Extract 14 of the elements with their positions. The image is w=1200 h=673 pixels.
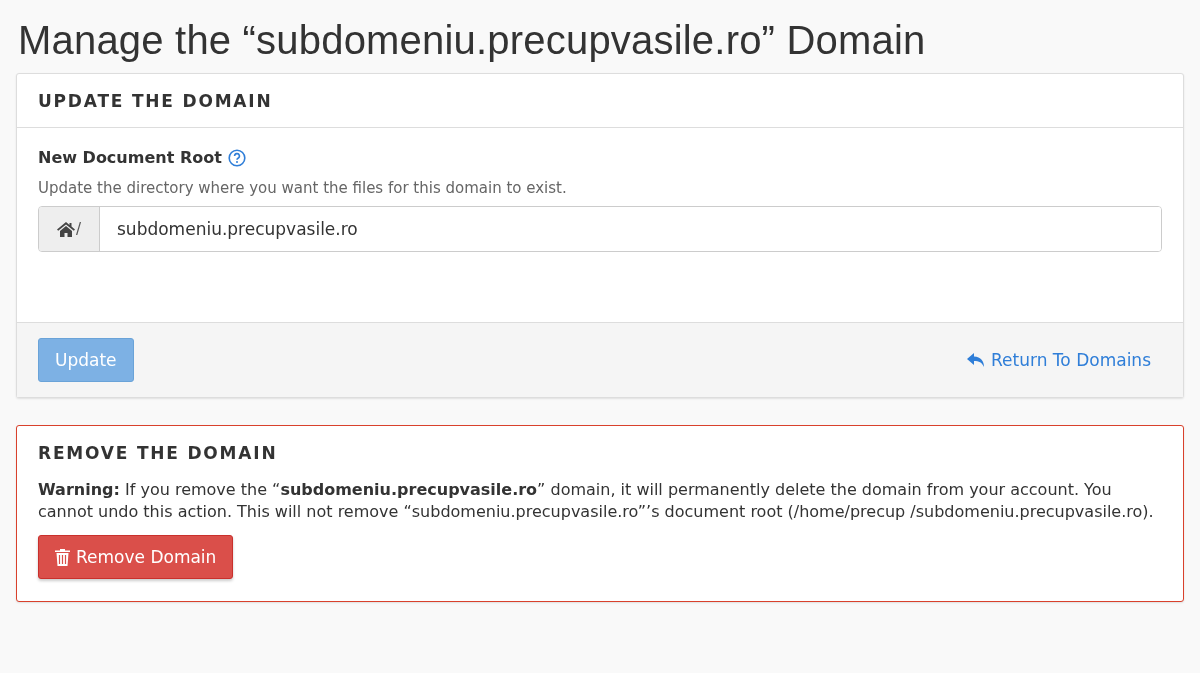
panel-heading: UPDATE THE DOMAIN bbox=[17, 74, 1183, 128]
panel-heading: REMOVE THE DOMAIN bbox=[37, 441, 279, 465]
help-text: Update the directory where you want the files for this domain to exist. bbox=[38, 179, 568, 197]
document-root-field[interactable]: / subdomeniu.precupvasile.ro bbox=[38, 206, 1162, 252]
return-link[interactable]: Return To Domains bbox=[967, 350, 1151, 370]
path-prefix: / bbox=[75, 220, 82, 238]
return-arrow-icon bbox=[967, 352, 986, 368]
help-icon[interactable] bbox=[227, 148, 246, 167]
home-icon bbox=[56, 221, 75, 237]
remove-domain-button[interactable]: Remove Domain bbox=[38, 535, 234, 579]
field-label: New Document Root bbox=[38, 148, 222, 167]
warning-text: Warning: If you remove the “subdomeniu.precupvasile.ro” domain, it will permanently delete the domain from your account. You cannot undo this action. This will not remove “subdomeniu.precupvasile.ro”’s document root (/home/precup /subdomeniu.precupvasile.ro). bbox=[37, 479, 1155, 523]
trash-icon bbox=[55, 548, 70, 566]
page-title: Manage the “subdomeniu.precupvasile.ro” Domain bbox=[18, 18, 927, 63]
